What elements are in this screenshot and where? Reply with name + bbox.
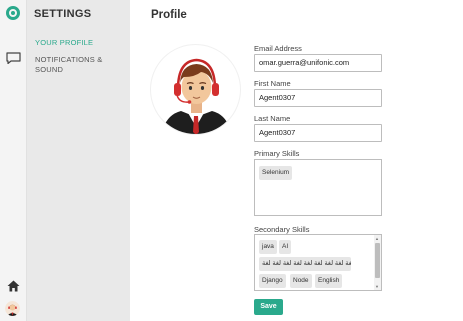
first-name-field[interactable]: Agent0307 bbox=[254, 89, 382, 107]
scrollbar[interactable]: ▲ ▼ bbox=[374, 235, 381, 290]
icon-rail bbox=[0, 0, 27, 321]
first-name-label: First Name bbox=[254, 79, 291, 88]
menu-item-notifications-sound[interactable]: NOTIFICATIONS & SOUND bbox=[35, 55, 125, 75]
save-button[interactable]: Save bbox=[254, 299, 283, 315]
logo-icon[interactable] bbox=[6, 6, 20, 20]
secondary-skills-input[interactable]: java AI لغة لغة لغة لغة لغة لغة لغة لغة … bbox=[254, 234, 382, 291]
user-avatar[interactable] bbox=[5, 301, 20, 316]
email-label: Email Address bbox=[254, 44, 302, 53]
secondary-skills-label: Secondary Skills bbox=[254, 225, 310, 234]
skill-chip[interactable]: لغة لغة لغة لغة لغة لغة لغة لغة لغة لغة … bbox=[259, 257, 351, 271]
scroll-thumb[interactable] bbox=[375, 243, 380, 278]
skill-chip[interactable]: Selenium bbox=[259, 166, 293, 180]
primary-skills-label: Primary Skills bbox=[254, 149, 300, 158]
skill-chip[interactable]: Django bbox=[259, 274, 286, 288]
email-field[interactable]: omar.guerra@unifonic.com bbox=[254, 54, 382, 72]
last-name-label: Last Name bbox=[254, 114, 291, 123]
scroll-up-icon[interactable]: ▲ bbox=[375, 236, 379, 241]
menu-item-your-profile[interactable]: YOUR PROFILE bbox=[35, 38, 93, 48]
home-icon[interactable] bbox=[7, 280, 20, 292]
profile-avatar[interactable] bbox=[150, 44, 241, 135]
last-name-field[interactable]: Agent0307 bbox=[254, 124, 382, 142]
settings-title: SETTINGS bbox=[34, 8, 92, 20]
skill-chip[interactable]: AI bbox=[279, 240, 292, 254]
skill-chip[interactable]: java bbox=[259, 240, 277, 254]
page-title: Profile bbox=[151, 9, 187, 21]
scroll-down-icon[interactable]: ▼ bbox=[375, 284, 379, 289]
settings-panel: SETTINGS YOUR PROFILE NOTIFICATIONS & SO… bbox=[27, 0, 130, 321]
primary-skills-input[interactable]: Selenium bbox=[254, 159, 382, 216]
skill-chip[interactable]: English bbox=[315, 274, 343, 288]
skill-chip[interactable]: Node bbox=[290, 274, 312, 288]
chat-icon[interactable] bbox=[6, 52, 21, 64]
